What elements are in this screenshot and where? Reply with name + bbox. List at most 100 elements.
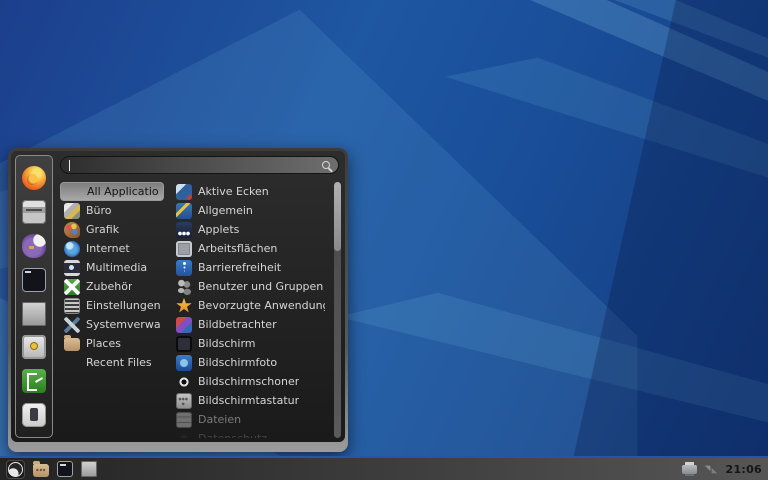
bildschirm-icon [176,336,192,352]
app-item[interactable]: Aktive Ecken [172,182,329,201]
bildschirmschoner-icon [176,374,192,390]
file-cabinet-icon [22,302,46,326]
category-item[interactable]: All Applications [60,182,164,201]
app-item-label: Datenschutz [198,432,267,438]
menu-logo-icon [6,460,25,479]
applets-icon [176,222,192,238]
text-cursor [69,160,70,171]
category-item[interactable]: Multimedia [60,258,164,277]
file-cabinet-button[interactable] [21,301,47,327]
app-item[interactable]: Datenschutz [172,429,329,438]
places-icon [64,338,80,351]
terminal-launcher[interactable] [57,461,73,477]
scrollbar-thumb[interactable] [334,182,341,251]
app-item[interactable]: Bildschirmschoner [172,372,329,391]
category-list: All Applications Büro Grafik Internet Multim… [60,182,164,438]
logout-icon [22,369,46,393]
terminal-icon [57,461,73,477]
category-item[interactable]: Zubehör [60,277,164,296]
app-list: Aktive Ecken Allgemein Applets Arbeitsfläch… [172,182,329,438]
app-item-label: Benutzer und Gruppen [198,280,323,293]
category-item[interactable]: Systemverwaltung [60,315,164,334]
search-input[interactable] [60,156,339,174]
aktive-ecken-icon [176,184,192,200]
lock-screen-icon [22,335,46,359]
printer-icon[interactable] [682,465,697,474]
lock-screen-button[interactable] [21,334,47,360]
app-item[interactable]: Bildschirmfoto [172,353,329,372]
menu-main: All Applications Büro Grafik Internet Multim… [60,155,341,438]
app-item-label: Bildschirmtastatur [198,394,299,407]
category-item-label: Einstellungen [86,299,160,312]
einstellungen-icon [64,298,80,314]
package-icon [22,200,46,224]
app-item-label: Bildschirm [198,337,256,350]
bildschirmfoto-icon [176,355,192,371]
app-item[interactable]: Allgemein [172,201,329,220]
firefox-button[interactable] [21,165,47,191]
taskbar: 21:06 [0,456,768,480]
category-item-label: Multimedia [86,261,147,274]
zubehoer-icon [64,279,80,295]
app-item[interactable]: Bildbetrachter [172,315,329,334]
app-item[interactable]: Benutzer und Gruppen [172,277,329,296]
category-item-label: Systemverwaltung [86,318,160,331]
pidgin-icon [22,234,46,258]
arbeitsflaechen-icon [176,241,192,257]
file-cabinet-launcher[interactable] [81,461,97,477]
category-item[interactable]: Grafik [60,220,164,239]
search-icon [322,161,330,169]
folder-launcher[interactable] [33,462,49,477]
app-item[interactable]: Arbeitsflächen [172,239,329,258]
terminal-button[interactable] [21,267,47,293]
category-item[interactable]: Internet [60,239,164,258]
dateien-icon [176,412,192,428]
category-item-label: Places [86,337,121,350]
bildschirmtastatur-icon [176,393,192,409]
menu-logo-launcher[interactable] [6,460,25,479]
logout-button[interactable] [21,368,47,394]
app-item[interactable]: Applets [172,220,329,239]
internet-icon [64,241,80,257]
empty-icon [65,184,81,200]
category-item-label: Internet [86,242,130,255]
menu-content: All Applications Büro Grafik Internet Multim… [60,182,341,438]
quit-button[interactable] [21,402,47,428]
app-item-label: Barrierefreiheit [198,261,281,274]
desktop: All Applications Büro Grafik Internet Multim… [0,0,768,480]
scrollbar[interactable] [334,182,341,438]
category-item[interactable]: Einstellungen [60,296,164,315]
menu-sidebar [15,155,53,438]
package-button[interactable] [21,199,47,225]
app-item-label: Bildschirmfoto [198,356,277,369]
category-item-label: Grafik [86,223,119,236]
clock[interactable]: 21:06 [725,463,762,476]
category-item-label: Recent Files [86,356,152,369]
bildbetrachter-icon [176,317,192,333]
buero-icon [64,203,80,219]
app-item-label: Bevorzugte Anwendungen [198,299,325,312]
app-item-label: Dateien [198,413,241,426]
application-menu-body: All Applications Büro Grafik Internet Multim… [11,151,345,442]
app-item[interactable]: Dateien [172,410,329,429]
system-tray: 21:06 [682,463,762,476]
empty-icon [64,355,80,371]
terminal-icon [22,268,46,292]
app-item[interactable]: Barrierefreiheit [172,258,329,277]
app-item-label: Aktive Ecken [198,185,269,198]
category-item[interactable]: Recent Files [60,353,164,372]
application-menu: All Applications Büro Grafik Internet Multim… [8,148,348,452]
app-item-label: Arbeitsflächen [198,242,277,255]
app-item[interactable]: Bildschirm [172,334,329,353]
pidgin-button[interactable] [21,233,47,259]
favorites-stack [21,165,47,327]
app-item[interactable]: Bildschirmtastatur [172,391,329,410]
file-cabinet-icon [81,461,97,477]
firefox-icon [22,166,46,190]
network-icon[interactable] [705,464,717,474]
category-item-label: All Applications [87,185,159,198]
category-item[interactable]: Places [60,334,164,353]
app-item[interactable]: Bevorzugte Anwendungen [172,296,329,315]
app-item-label: Applets [198,223,239,236]
category-item[interactable]: Büro [60,201,164,220]
